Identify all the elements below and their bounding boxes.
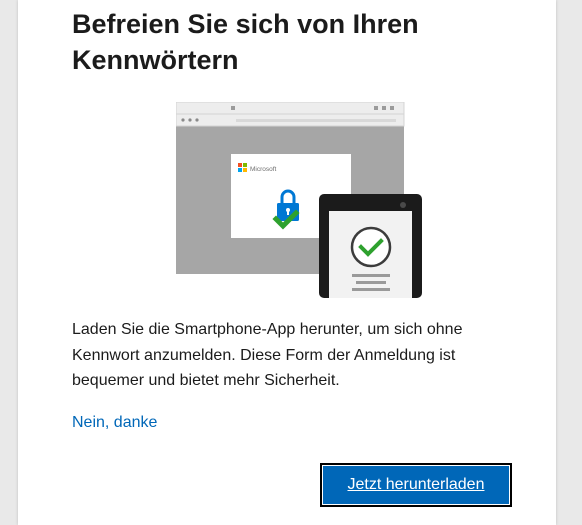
illustration-brand-label: Microsoft [250,166,277,173]
dialog-title: Befreien Sie sich von Ihren Kennwörtern [72,9,419,75]
passwordless-illustration: Microsoft [176,102,422,298]
decline-link[interactable]: Nein, danke [72,414,157,432]
dialog-description: Laden Sie die Smartphone-App herunter, u… [72,321,463,389]
dialog-card: Befreien Sie sich von Ihren Kennwörtern … [18,0,556,525]
download-button[interactable]: Jetzt herunterladen [320,463,512,507]
download-button-label: Jetzt herunterladen [347,476,485,493]
smartphone-icon [319,194,422,298]
